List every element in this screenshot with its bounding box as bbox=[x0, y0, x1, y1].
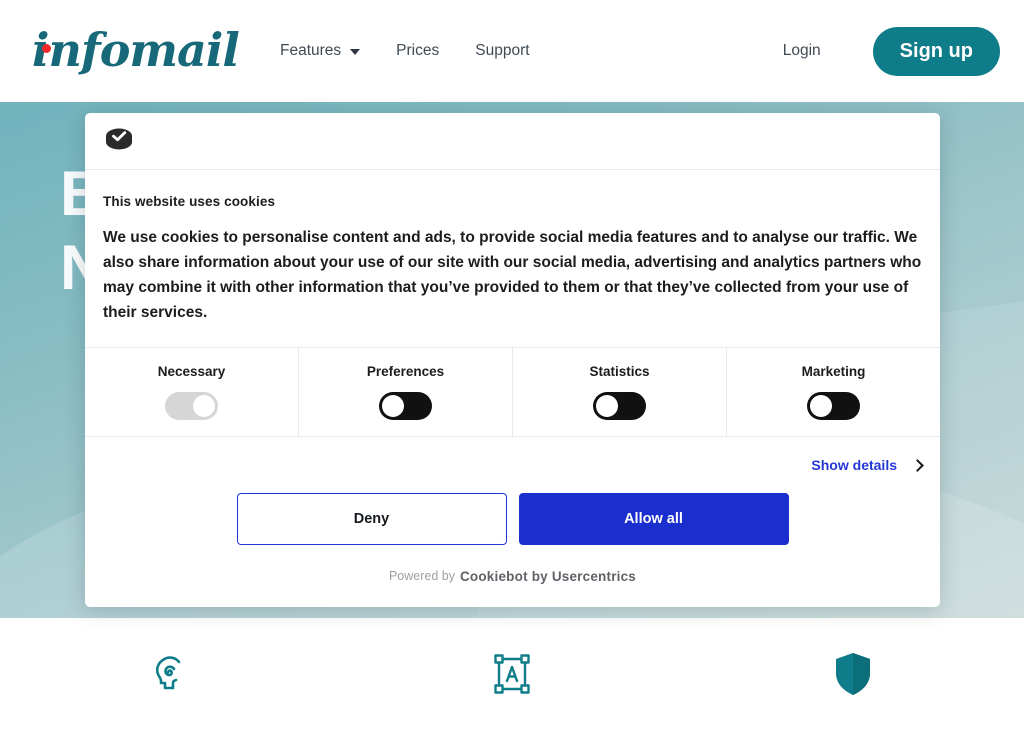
cookie-dialog-actions: Deny Allow all bbox=[85, 493, 940, 546]
shield-icon bbox=[832, 650, 874, 698]
toggle-knob bbox=[810, 395, 832, 418]
toggle-necessary bbox=[165, 392, 218, 421]
feature-item-security[interactable] bbox=[683, 650, 1024, 698]
chevron-down-icon bbox=[350, 49, 361, 55]
cookie-category-statistics: Statistics bbox=[513, 348, 727, 437]
cookie-dialog-header bbox=[85, 113, 940, 170]
cookie-category-necessary: Necessary bbox=[85, 348, 299, 437]
nav-item-prices[interactable]: Prices bbox=[396, 42, 439, 60]
cookie-consent-dialog: This website uses cookies We use cookies… bbox=[85, 113, 940, 608]
text-frame-icon bbox=[490, 650, 534, 698]
nav-item-support-label: Support bbox=[475, 42, 530, 59]
cookie-dialog-description: We use cookies to personalise content an… bbox=[103, 229, 922, 322]
main-navigation: Features Prices Support bbox=[280, 0, 530, 102]
toggle-statistics[interactable] bbox=[593, 392, 646, 421]
nav-item-prices-label: Prices bbox=[396, 42, 440, 59]
powered-by-label: Powered by bbox=[388, 569, 455, 584]
deny-button[interactable]: Deny bbox=[236, 493, 507, 546]
toggle-knob bbox=[382, 395, 404, 418]
toggle-preferences[interactable] bbox=[379, 392, 432, 421]
cookie-category-statistics-label: Statistics bbox=[589, 364, 650, 380]
nav-item-features-label: Features bbox=[280, 42, 342, 59]
chevron-right-icon bbox=[911, 459, 924, 473]
cookie-category-marketing-label: Marketing bbox=[801, 364, 866, 380]
site-header: infomail Features Prices Support Login S… bbox=[0, 0, 1024, 102]
show-details-row: Show details bbox=[85, 437, 940, 493]
toggle-knob bbox=[596, 395, 618, 418]
login-link[interactable]: Login bbox=[783, 42, 821, 60]
cookiebot-check-icon bbox=[103, 126, 135, 157]
brand-name: infomail bbox=[32, 23, 240, 77]
feature-icon-strip bbox=[0, 618, 1024, 730]
cookie-dialog-body: This website uses cookies We use cookies… bbox=[85, 170, 940, 347]
cookie-dialog-title: This website uses cookies bbox=[103, 194, 276, 209]
allow-all-button[interactable]: Allow all bbox=[518, 493, 789, 546]
brain-head-icon bbox=[149, 650, 193, 698]
feature-item-typography[interactable] bbox=[341, 650, 682, 698]
cookie-dialog-footer: Powered by Cookiebot by Usercentrics bbox=[85, 545, 940, 607]
cookie-category-row: Necessary Preferences Statistics Marketi… bbox=[85, 347, 940, 438]
nav-item-features[interactable]: Features bbox=[280, 42, 361, 60]
show-details-link[interactable]: Show details bbox=[811, 457, 924, 474]
toggle-knob bbox=[193, 395, 215, 418]
header-actions: Login Sign up bbox=[783, 0, 1000, 102]
cookie-category-necessary-label: Necessary bbox=[157, 364, 226, 380]
cookie-category-preferences-label: Preferences bbox=[366, 364, 445, 380]
logo-dot-icon bbox=[42, 44, 51, 53]
show-details-label: Show details bbox=[811, 457, 897, 474]
nav-item-support[interactable]: Support bbox=[475, 42, 529, 60]
brand-logo[interactable]: infomail bbox=[30, 18, 240, 82]
toggle-marketing[interactable] bbox=[807, 392, 860, 421]
page-root: B i N y bbox=[0, 0, 1024, 730]
signup-button[interactable]: Sign up bbox=[872, 26, 1000, 76]
feature-item-brain[interactable] bbox=[0, 650, 341, 698]
cookie-category-preferences: Preferences bbox=[299, 348, 513, 437]
cookiebot-brand-label[interactable]: Cookiebot by Usercentrics bbox=[460, 569, 636, 584]
cookie-category-marketing: Marketing bbox=[727, 348, 940, 436]
